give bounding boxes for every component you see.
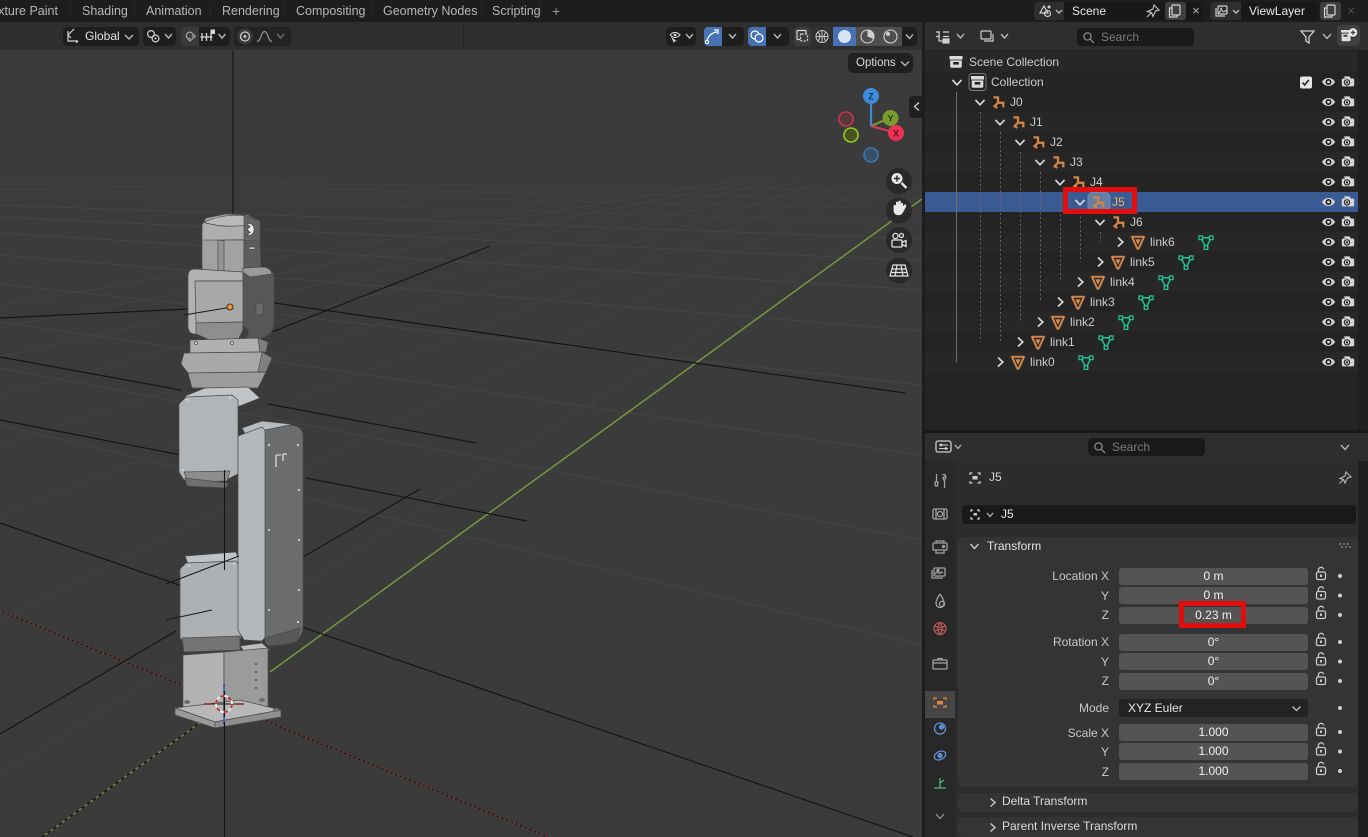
svg-text:link0: link0 — [1030, 355, 1055, 369]
svg-text:Y: Y — [887, 114, 893, 124]
svg-text:link2: link2 — [1070, 315, 1095, 329]
svg-text:Scene Collection: Scene Collection — [969, 55, 1059, 69]
svg-text:link3: link3 — [1090, 295, 1115, 309]
svg-text:J0: J0 — [1010, 95, 1023, 109]
svg-text:link6: link6 — [1150, 235, 1175, 249]
svg-text:X: X — [893, 129, 899, 139]
svg-text:link1: link1 — [1050, 335, 1075, 349]
svg-text:J3: J3 — [1070, 155, 1083, 169]
svg-text:Collection: Collection — [991, 75, 1044, 89]
svg-text:J6: J6 — [1130, 215, 1143, 229]
svg-text:J2: J2 — [1050, 135, 1063, 149]
svg-text:J1: J1 — [1030, 115, 1043, 129]
svg-text:Z: Z — [868, 92, 874, 102]
svg-text:link4: link4 — [1110, 275, 1135, 289]
svg-text:link5: link5 — [1130, 255, 1155, 269]
